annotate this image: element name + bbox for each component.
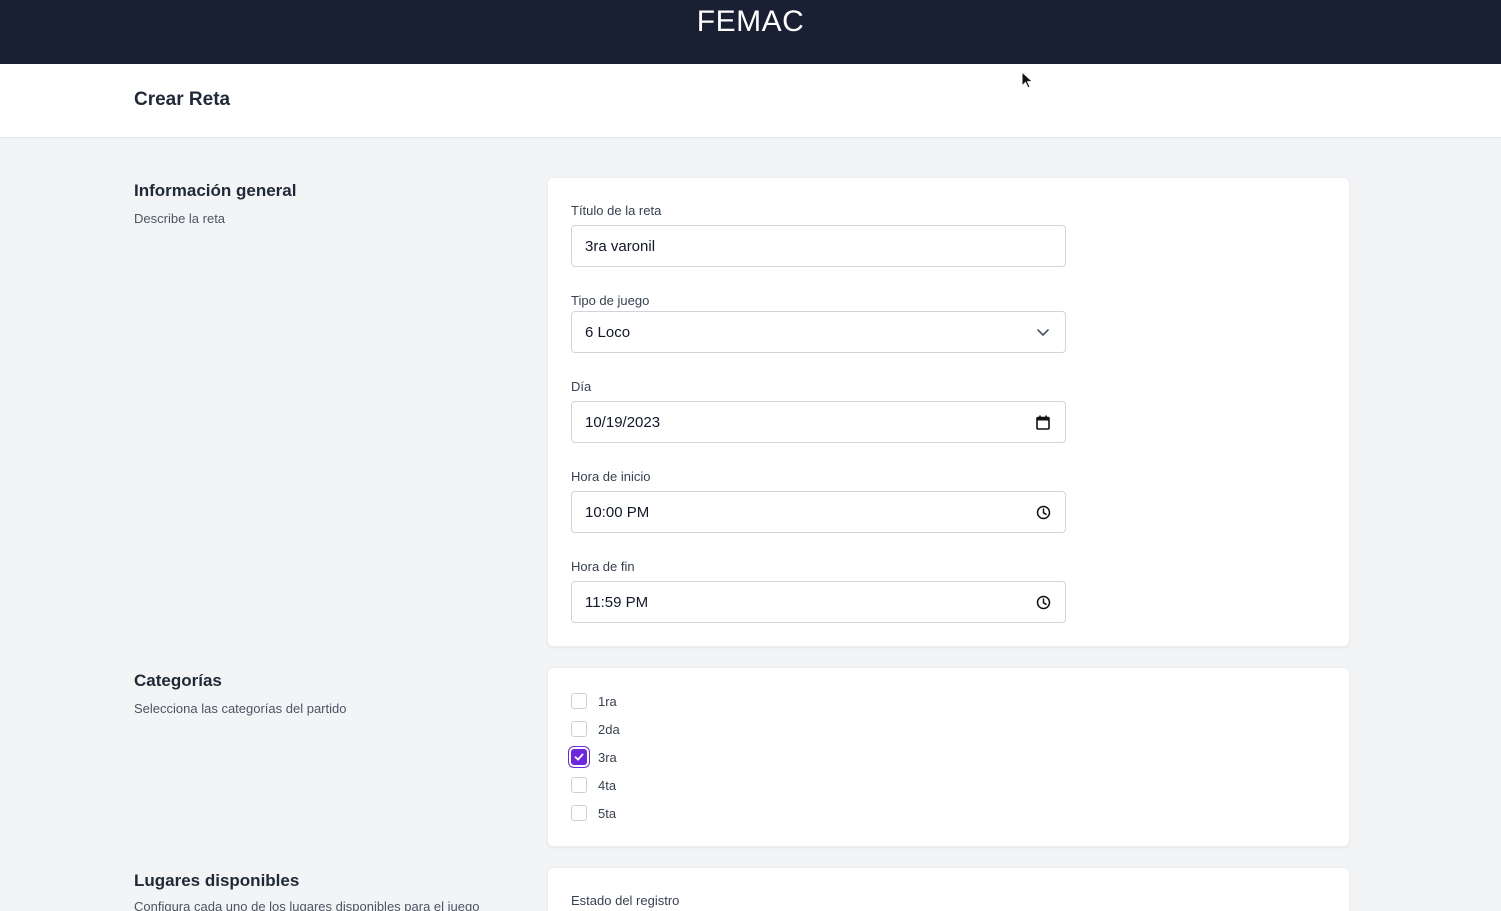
page-header: Crear Reta bbox=[0, 64, 1501, 138]
dia-value: 10/19/2023 bbox=[585, 414, 661, 431]
chevron-down-icon bbox=[1035, 324, 1051, 340]
check-icon bbox=[574, 753, 584, 761]
section-title-categorias: Categorías bbox=[134, 671, 222, 690]
category-label: 5ta bbox=[598, 805, 617, 821]
section-desc-general: Describe la reta bbox=[134, 211, 226, 226]
category-option-4ta[interactable]: 4ta bbox=[571, 776, 616, 794]
top-navbar: FEMAC bbox=[0, 0, 1501, 64]
category-option-2da[interactable]: 2da bbox=[571, 720, 620, 738]
section-title-lugares: Lugares disponibles bbox=[134, 871, 300, 890]
category-label: 1ra bbox=[598, 693, 617, 709]
mouse-cursor-icon bbox=[1021, 71, 1034, 89]
category-option-5ta[interactable]: 5ta bbox=[571, 804, 616, 822]
fin-value: 11:59 PM bbox=[585, 594, 649, 611]
clock-icon[interactable] bbox=[1035, 504, 1051, 520]
checkbox[interactable] bbox=[571, 777, 587, 793]
category-label: 4ta bbox=[598, 777, 617, 793]
category-label: 2da bbox=[598, 721, 620, 737]
dia-date-input[interactable]: 10/19/2023 bbox=[571, 401, 1066, 443]
categorias-card bbox=[547, 667, 1350, 847]
clock-icon[interactable] bbox=[1035, 594, 1051, 610]
titulo-value: 3ra varonil bbox=[585, 238, 656, 255]
page-title: Crear Reta bbox=[134, 89, 231, 110]
category-label: 3ra bbox=[598, 749, 617, 765]
checkbox[interactable] bbox=[571, 693, 587, 709]
fin-label: Hora de fin bbox=[571, 559, 635, 574]
inicio-time-input[interactable]: 10:00 PM bbox=[571, 491, 1066, 533]
titulo-input[interactable]: 3ra varonil bbox=[571, 225, 1066, 267]
tipo-label: Tipo de juego bbox=[571, 293, 650, 308]
checkbox-checked[interactable] bbox=[571, 749, 587, 765]
tipo-value: 6 Loco bbox=[585, 324, 631, 341]
calendar-icon[interactable] bbox=[1035, 414, 1051, 430]
fin-time-input[interactable]: 11:59 PM bbox=[571, 581, 1066, 623]
section-title-general: Información general bbox=[134, 181, 297, 200]
section-desc-categorias: Selecciona las categorías del partido bbox=[134, 701, 347, 716]
dia-label: Día bbox=[571, 379, 592, 394]
estado-registro-label: Estado del registro bbox=[571, 893, 680, 908]
checkbox[interactable] bbox=[571, 721, 587, 737]
tipo-select[interactable]: 6 Loco bbox=[571, 311, 1066, 353]
inicio-label: Hora de inicio bbox=[571, 469, 651, 484]
titulo-label: Título de la reta bbox=[571, 203, 662, 218]
brand-logo-text[interactable]: FEMAC bbox=[0, 4, 1501, 40]
category-option-3ra[interactable]: 3ra bbox=[571, 748, 617, 766]
checkbox[interactable] bbox=[571, 805, 587, 821]
category-option-1ra[interactable]: 1ra bbox=[571, 692, 617, 710]
section-desc-lugares: Configura cada uno de los lugares dispon… bbox=[134, 899, 480, 911]
inicio-value: 10:00 PM bbox=[585, 504, 650, 521]
